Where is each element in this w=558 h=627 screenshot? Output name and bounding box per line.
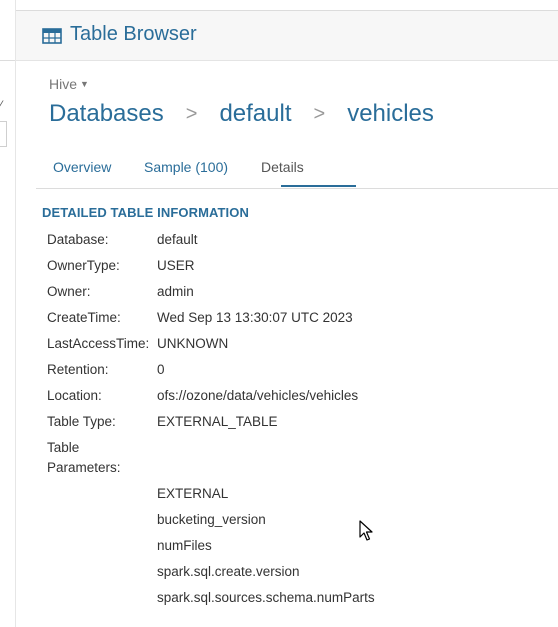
section-title: DETAILED TABLE INFORMATION (42, 205, 249, 220)
breadcrumb: Databases > default > vehicles (49, 100, 434, 128)
detail-key: Owner: (47, 284, 91, 299)
detail-value: EXTERNAL_TABLE (157, 414, 278, 429)
parameter-name: numFiles (157, 538, 212, 553)
detail-value: Wed Sep 13 13:30:07 UTC 2023 (157, 310, 353, 325)
left-panel-input-edge[interactable] (0, 121, 7, 147)
parameter-name: EXTERNAL (157, 486, 229, 501)
mouse-cursor-icon (359, 520, 373, 547)
tab-overview[interactable]: Overview (53, 159, 111, 175)
active-tab-indicator (281, 185, 356, 187)
detail-key: Parameters: (47, 460, 121, 475)
detail-key: Table Type: (47, 414, 116, 429)
breadcrumb-separator: > (313, 103, 326, 125)
detail-value: 0 (157, 362, 165, 377)
detail-value: USER (157, 258, 195, 273)
detail-value: UNKNOWN (157, 336, 229, 351)
left-panel-edge (0, 0, 16, 627)
breadcrumb-database[interactable]: default (219, 100, 291, 127)
detail-key: OwnerType: (47, 258, 120, 273)
detail-key: Table (47, 440, 80, 455)
detail-key: CreateTime: (47, 310, 121, 325)
breadcrumb-table[interactable]: vehicles (347, 100, 434, 127)
detail-key: Database: (47, 232, 109, 247)
breadcrumb-separator: > (185, 103, 198, 125)
detail-value: default (157, 232, 198, 247)
tab-sample[interactable]: Sample (100) (144, 159, 228, 175)
tab-details[interactable]: Details (261, 159, 304, 175)
tab-bar: Overview Sample (100) Details (36, 151, 558, 189)
parameter-name: spark.sql.create.version (157, 564, 300, 579)
detail-value: admin (157, 284, 194, 299)
detail-value: ofs://ozone/data/vehicles/vehicles (157, 388, 359, 403)
parameter-name: bucketing_version (157, 512, 266, 527)
source-label: Hive (49, 76, 78, 92)
left-panel-glyph-icon[interactable]: ⁄ (0, 98, 2, 112)
table-icon (42, 28, 62, 49)
app-header: Table Browser (16, 11, 558, 61)
breadcrumb-databases[interactable]: Databases (49, 100, 164, 127)
detail-key: Retention: (47, 362, 109, 377)
parameter-name: spark.sql.sources.schema.numParts (157, 590, 375, 605)
chevron-down-icon: ▼ (80, 79, 89, 89)
detail-key: LastAccessTime: (47, 336, 150, 351)
left-panel-divider (0, 60, 15, 61)
detail-key: Location: (47, 388, 102, 403)
source-dropdown[interactable]: Hive ▼ (49, 76, 89, 92)
page-title: Table Browser (70, 23, 197, 45)
